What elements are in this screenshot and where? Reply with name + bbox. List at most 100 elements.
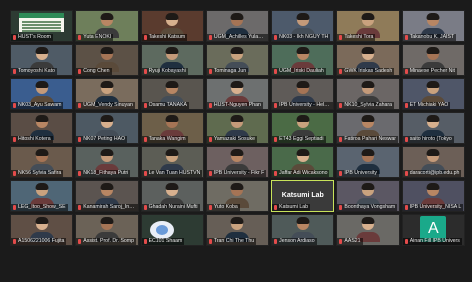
participant-tile[interactable]: IPB University - Fikr F (205, 146, 270, 178)
participant-tile[interactable]: Katsumi Lab Katsumi Lab (271, 180, 335, 212)
participant-tile[interactable]: Tominaga Jun (205, 44, 270, 76)
participant-name: Ainan Fill IPB Univers (402, 238, 462, 245)
participant-tile[interactable]: Yamazaki Sosuke (205, 112, 270, 144)
participant-name: UGM_Iriski Dauliah (272, 68, 326, 75)
participant-name: NK07 Peting HAO (76, 136, 128, 143)
participant-tile[interactable]: Cong Chen (75, 44, 139, 76)
participant-tile[interactable]: Fatiroa Pahari Neswar (336, 112, 400, 144)
participant-tile[interactable]: Jaffar Adi Wicaksono (271, 146, 335, 178)
participant-tile[interactable]: Assist. Prof. Dr. Somp (75, 214, 139, 246)
mic-muted-icon (13, 69, 16, 74)
participant-name: NK03 - Ikh NGUY TH (272, 34, 331, 41)
participant-tile[interactable]: NK03_Ayu Sawam (10, 78, 74, 110)
participant-name: A1506221006 Fujita (11, 238, 67, 245)
participant-tile[interactable]: LEG_Itoo_Show_SE (10, 180, 74, 212)
participant-tile[interactable]: UGM_Achilles Yulanda (205, 10, 270, 42)
participant-tile[interactable]: Kanamirah Saroj_Indea (75, 180, 139, 212)
mic-muted-icon (78, 137, 82, 142)
participant-tile[interactable]: A1506221006 Fujita (10, 214, 74, 246)
participant-tile[interactable]: daracorti@ipb.edu.ph (401, 146, 465, 178)
participant-tile[interactable]: Yuto Koba (205, 180, 270, 212)
mic-muted-icon (404, 171, 408, 176)
participant-name: GWK Iriskas Sadesh (337, 68, 395, 75)
participant-name: IPB University - Fikr F (206, 170, 267, 177)
participant-tile[interactable]: NK18_Fithaya Putri (75, 146, 139, 178)
participant-tile[interactable]: Yuta ENOKI (75, 10, 139, 42)
participant-name: UGM_Vendy Sinuyan (76, 102, 135, 109)
participant-tile[interactable]: Tomoyoshi Kato (10, 44, 74, 76)
participant-tile[interactable]: NK56 Sylvia Safira (10, 146, 74, 178)
mic-muted-icon (143, 239, 147, 244)
participant-tile[interactable]: Takeshi Tora (336, 10, 400, 42)
participant-name: Ryuji Kobayashi (141, 68, 188, 75)
participant-tile[interactable]: saito hiroto (Tokyo (401, 112, 465, 144)
participant-tile[interactable]: UGM_Vendy Sinuyan (75, 78, 139, 110)
participant-name: LEG_Itoo_Show_SE (11, 204, 68, 211)
mic-muted-icon (78, 205, 82, 210)
participant-tile[interactable]: NK07 Peting HAO (75, 112, 139, 144)
participant-tile[interactable]: GWK Iriskas Sadesh (336, 44, 400, 76)
participant-tile[interactable]: Takanobu K. JAIST (401, 10, 465, 42)
participant-name: Tomoyoshi Kato (11, 68, 57, 75)
mic-muted-icon (208, 137, 212, 142)
mic-muted-icon (143, 137, 147, 142)
participant-tile[interactable]: EC101 Shaam (140, 214, 204, 246)
participant-name: Cong Chen (76, 68, 112, 75)
participant-name: NK56 Sylvia Safira (11, 170, 64, 177)
participant-tile[interactable]: Ghadah Nuraini Mufti (140, 180, 204, 212)
participant-name: NK10_Sylvia Zahara (337, 102, 394, 109)
mic-muted-icon (78, 103, 82, 108)
mic-muted-icon (143, 205, 147, 210)
participant-tile[interactable]: Minaese Pecher Nit (401, 44, 465, 76)
participant-name: Takanobu K. JAIST (402, 34, 457, 41)
mic-muted-icon (404, 103, 408, 108)
mic-muted-icon (13, 103, 16, 108)
participant-tile[interactable]: Takeshi Katsum (140, 10, 204, 42)
mic-muted-icon (78, 239, 82, 244)
participant-tile[interactable]: ET43 Eggi Septiadi (271, 112, 335, 144)
participant-tile[interactable]: HUST's Room (10, 10, 74, 42)
participant-tile[interactable]: HUST-Nguyen Phan (205, 78, 270, 110)
participant-name: Osamu TANAKA (141, 102, 189, 109)
participant-tile[interactable]: Jenson Ardiaso (271, 214, 335, 246)
participant-name: IPB University_NISA L (402, 204, 464, 211)
participant-name: Yuta ENOKI (76, 34, 114, 41)
mic-muted-icon (78, 171, 82, 176)
participant-tile[interactable]: NK03 - Ikh NGUY TH (271, 10, 335, 42)
participant-tile[interactable]: IPB University - Hely M. (271, 78, 335, 110)
participant-tile[interactable]: Tran Chi The Thu (205, 214, 270, 246)
mic-muted-icon (13, 137, 16, 142)
mic-muted-icon (274, 137, 278, 142)
mic-muted-icon (208, 171, 212, 176)
mic-muted-icon (274, 205, 278, 210)
mic-muted-icon (404, 137, 408, 142)
mic-muted-icon (78, 35, 82, 40)
video-grid: HUST's Room Yuta ENOKI Takeshi Katsum UGM_A… (10, 10, 465, 280)
mic-muted-icon (143, 103, 147, 108)
organization-logo-icon (149, 221, 174, 239)
participant-name: Takeshi Tora (337, 34, 376, 41)
participant-tile[interactable]: Ryuji Kobayashi (140, 44, 204, 76)
participant-tile[interactable]: IPB University (336, 146, 400, 178)
participant-tile[interactable]: Hitoshi Kotera (10, 112, 74, 144)
participant-name: IPB University - Hely M. (272, 102, 334, 109)
participant-tile[interactable]: UGM_Iriski Dauliah (271, 44, 335, 76)
participant-name: Tanaka Wangim (141, 136, 188, 143)
participant-tile[interactable]: ET Michiaki YAO (401, 78, 465, 110)
participant-name: Ghadah Nuraini Mufti (141, 204, 200, 211)
participant-name: HUST's Room (11, 34, 53, 41)
participant-tile[interactable]: Le Van Tuan HUSTVN (140, 146, 204, 178)
participant-display-label: Katsumi Lab (281, 192, 324, 200)
participant-tile[interactable]: Tanaka Wangim (140, 112, 204, 144)
participant-tile[interactable]: IPB University_NISA L (401, 180, 465, 212)
participant-tile[interactable]: Boonthaya Vongsham (336, 180, 400, 212)
participant-tile[interactable]: AAS21 (336, 214, 400, 246)
participant-tile[interactable]: A Ainan Fill IPB Univers (401, 214, 465, 246)
mic-muted-icon (208, 69, 212, 74)
participant-tile[interactable]: NK10_Sylvia Zahara (336, 78, 400, 110)
participant-name: NK03_Ayu Sawam (11, 102, 64, 109)
participant-name: Jaffar Adi Wicaksono (272, 170, 330, 177)
participant-name: Assist. Prof. Dr. Somp (76, 238, 137, 245)
mic-muted-icon (404, 239, 408, 244)
participant-tile[interactable]: Osamu TANAKA (140, 78, 204, 110)
